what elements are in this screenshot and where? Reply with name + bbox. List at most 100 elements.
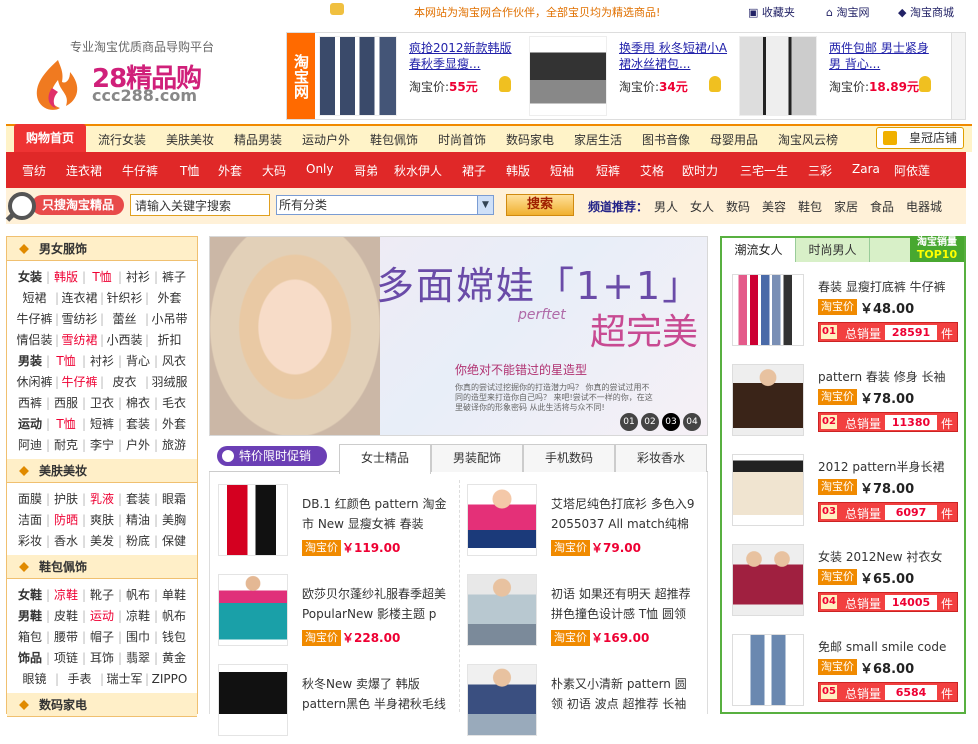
subnav-item[interactable]: Zara [852, 162, 880, 176]
sidebar-link[interactable]: 美发 [84, 531, 120, 552]
sidebar-link[interactable]: 背心 [120, 351, 156, 372]
sidebar-link[interactable]: T恤 [48, 414, 84, 435]
slide-dot[interactable]: 02 [641, 413, 659, 431]
sidebar-link[interactable]: 眼镜 [12, 669, 57, 690]
sidebar-link[interactable]: 面膜 [12, 489, 48, 510]
chevron-down-icon[interactable]: ▼ [477, 196, 493, 214]
sidebar-link[interactable]: 皮鞋 [48, 606, 84, 627]
sidebar-link[interactable]: 短裤 [84, 414, 120, 435]
product-card[interactable]: 艾塔尼纯色打底衫 多色入9 2055037 All match纯棉 淘宝价 ￥79.… [459, 474, 708, 564]
sidebar-link[interactable]: 衬衫 [84, 351, 120, 372]
sidebar-link[interactable]: 休闲裤 [12, 372, 57, 393]
ad-title[interactable]: 换季甩 秋冬短裙小A裙冰丝裙包... [619, 40, 729, 74]
sidebar-link[interactable]: 李宁 [84, 435, 120, 456]
nav-item[interactable]: 运动户外 [302, 131, 350, 148]
top10-image[interactable] [732, 454, 804, 526]
ad-item[interactable]: 换季甩 秋冬短裙小A裙冰丝裙包... 淘宝价:34元 [529, 36, 739, 118]
product-title[interactable]: DB.1 红颜色 pattern 淘金市 New 显瘦女裤 春装 [302, 494, 448, 534]
flash-sale-label[interactable]: 特价限时促销 [217, 446, 327, 466]
sidebar-link[interactable]: 裤子 [156, 267, 192, 288]
search-button[interactable]: 搜索 [506, 194, 574, 216]
product-image[interactable] [218, 664, 288, 736]
sidebar-link[interactable]: 毛衣 [156, 393, 192, 414]
sidebar-link[interactable]: 运动 [84, 606, 120, 627]
sidebar-link[interactable]: 腰带 [48, 627, 84, 648]
channel-link[interactable]: 美容 [762, 198, 786, 215]
tab-fashion-men[interactable]: 时尚男人 [796, 238, 870, 262]
product-card[interactable]: 朴素又小清新 pattern 圆领 初语 波点 超推荐 长袖淘宝价 [459, 654, 708, 744]
sidebar-link[interactable]: 箱包 [12, 627, 48, 648]
sidebar-link[interactable]: 卫衣 [84, 393, 120, 414]
channel-link[interactable]: 鞋包 [798, 198, 822, 215]
sidebar-link[interactable]: 围巾 [120, 627, 156, 648]
sidebar-section-title[interactable]: 数码家电 [7, 693, 197, 717]
subnav-item[interactable]: 阿依莲 [894, 162, 930, 179]
ad-image-skirt[interactable] [529, 36, 607, 116]
product-title[interactable]: 秋冬New 卖爆了 韩版 pattern黑色 半身裙秋毛线裙 [302, 674, 448, 714]
nav-item[interactable]: 淘宝风云榜 [778, 131, 838, 148]
sidebar-link[interactable]: 饰品 [12, 648, 48, 669]
subnav-item[interactable]: 哥弟 [354, 162, 378, 179]
sidebar-link[interactable]: T恤 [48, 351, 84, 372]
top10-title[interactable]: 春装 显瘦打底裤 牛仔裤 [818, 278, 958, 295]
product-image[interactable] [467, 484, 537, 556]
channel-link[interactable]: 女人 [690, 198, 714, 215]
channel-link[interactable]: 电器城 [906, 198, 942, 215]
sidebar-link[interactable]: 保健 [156, 531, 192, 552]
search-input[interactable] [130, 194, 270, 216]
sidebar-section-title[interactable]: 男女服饰 [7, 237, 197, 261]
subnav-item[interactable]: 韩版 [506, 162, 530, 179]
sidebar-link[interactable]: 外套 [156, 414, 192, 435]
tab-men[interactable]: 男装配饰 [431, 444, 523, 472]
sidebar-section-title[interactable]: 鞋包佩饰 [7, 555, 197, 579]
sidebar-link[interactable]: 爽肤 [84, 510, 120, 531]
slide-dot[interactable]: 04 [683, 413, 701, 431]
product-title[interactable]: 欧莎贝尔蓬纱礼服春季超美 PopularNew 影楼主题 p [302, 584, 448, 624]
sidebar-link[interactable]: 西裤 [12, 393, 48, 414]
sidebar-link[interactable]: 运动 [12, 414, 48, 435]
sidebar-link[interactable]: 套装 [120, 414, 156, 435]
sidebar-link[interactable]: 项链 [48, 648, 84, 669]
sidebar-link[interactable]: 羽绒服 [147, 372, 192, 393]
top10-image[interactable] [732, 274, 804, 346]
top10-image[interactable] [732, 364, 804, 436]
sidebar-link[interactable]: 情侣装 [12, 330, 57, 351]
nav-item[interactable]: 数码家电 [506, 131, 554, 148]
category-select[interactable]: 所有分类 ▼ [276, 195, 494, 215]
subnav-item[interactable]: 雪纺 [22, 162, 46, 179]
product-card[interactable]: 初语 如果还有明天 超推荐 拼色撞色设计感 T恤 圆领 淘宝价 ￥169.00 [459, 564, 708, 654]
product-card[interactable]: 秋冬New 卖爆了 韩版 pattern黑色 半身裙秋毛线裙淘宝价 [210, 654, 459, 744]
ad-title[interactable]: 疯抢2012新款韩版春秋季显瘦... [409, 40, 519, 74]
sidebar-link[interactable]: 韩版 [48, 267, 84, 288]
sidebar-link[interactable]: 牛仔裤 [57, 372, 102, 393]
subnav-item[interactable]: 三彩 [808, 162, 832, 179]
sidebar-link[interactable]: 牛仔裤 [12, 309, 57, 330]
sidebar-link[interactable]: 翡翠 [120, 648, 156, 669]
sidebar-link[interactable]: 精油 [120, 510, 156, 531]
ad-title[interactable]: 两件包邮 男士紧身 男 背心... [829, 40, 939, 74]
sidebar-link[interactable]: 彩妆 [12, 531, 48, 552]
tab-women[interactable]: 女士精品 [339, 444, 431, 474]
sidebar-link[interactable]: 耐克 [48, 435, 84, 456]
sidebar-link[interactable]: 棉衣 [120, 393, 156, 414]
nav-home[interactable]: 购物首页 [14, 124, 86, 154]
top10-image[interactable] [732, 544, 804, 616]
sidebar-section-title[interactable]: 美肤美妆 [7, 459, 197, 483]
channel-link[interactable]: 数码 [726, 198, 750, 215]
sidebar-link[interactable]: 折扣 [147, 330, 192, 351]
product-image[interactable] [467, 574, 537, 646]
nav-item[interactable]: 鞋包佩饰 [370, 131, 418, 148]
product-image[interactable] [218, 574, 288, 646]
sidebar-link[interactable]: 防晒 [48, 510, 84, 531]
ad-item[interactable]: 两件包邮 男士紧身 男 背心... 淘宝价:18.89元 [739, 36, 949, 118]
sidebar-link[interactable]: 衬衫 [120, 267, 156, 288]
sidebar-link[interactable]: 护肤 [48, 489, 84, 510]
product-image[interactable] [218, 484, 288, 556]
subnav-item[interactable]: 秋水伊人 [394, 162, 442, 179]
tab-digital[interactable]: 手机数码 [523, 444, 615, 472]
sidebar-link[interactable]: 针织衫 [102, 288, 147, 309]
sidebar-link[interactable]: T恤 [84, 267, 120, 288]
sidebar-link[interactable]: 女装 [12, 267, 48, 288]
sidebar-link[interactable]: 阿迪 [12, 435, 48, 456]
ad-scrollbar[interactable] [951, 33, 965, 119]
